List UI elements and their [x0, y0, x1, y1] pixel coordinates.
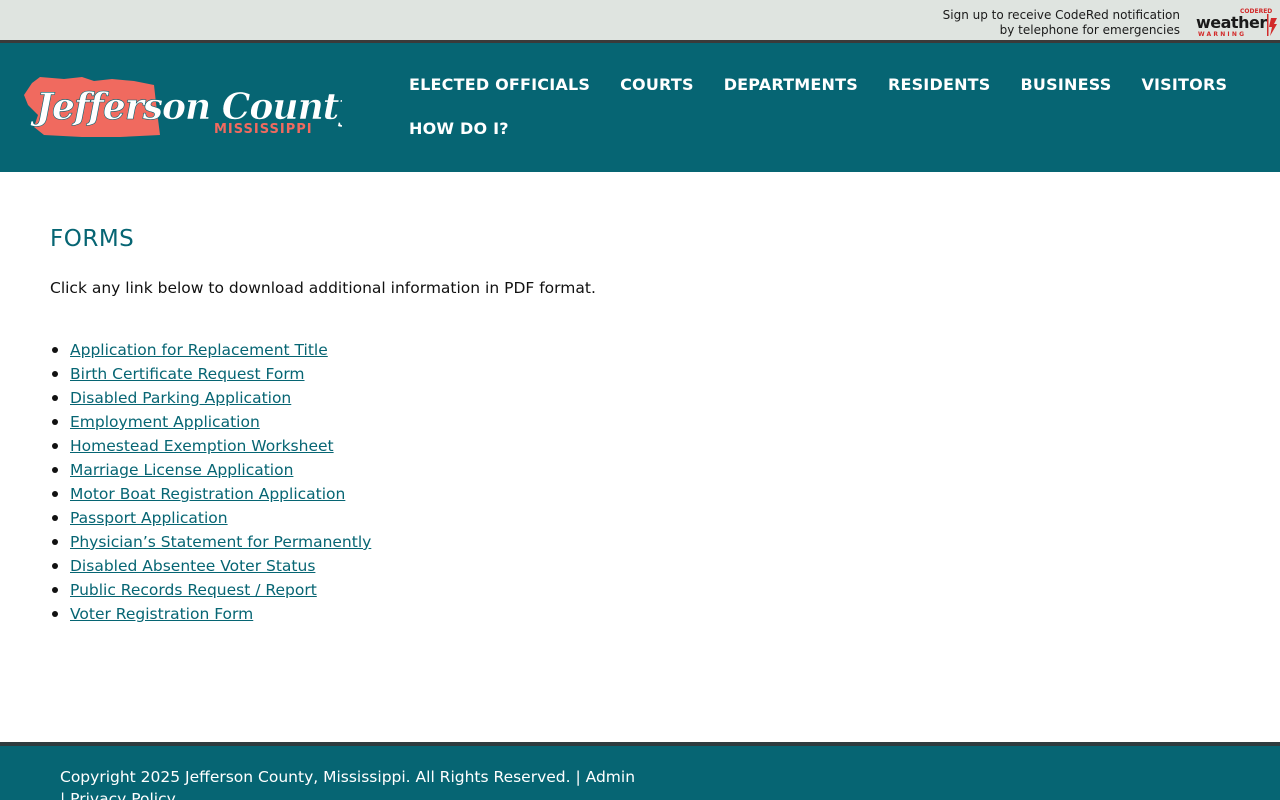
list-item: Birth Certificate Request Form	[51, 362, 371, 386]
list-item: Passport Application	[51, 506, 371, 530]
nav-item-visitors[interactable]: VISITORS	[1141, 72, 1227, 98]
form-link-birth-certificate[interactable]: Birth Certificate Request Form	[70, 365, 305, 383]
list-item: Physician’s Statement for Permanently	[51, 530, 371, 554]
lightning-bolt-icon	[1269, 18, 1277, 36]
form-link-homestead-exemption[interactable]: Homestead Exemption Worksheet	[70, 437, 334, 455]
logo-sub-text: MISSISSIPPI	[214, 122, 313, 137]
nav-item-residents[interactable]: RESIDENTS	[888, 72, 991, 98]
form-link-public-records-request[interactable]: Public Records Request / Report	[70, 581, 317, 599]
list-item: Employment Application	[51, 410, 371, 434]
form-link-disabled-parking[interactable]: Disabled Parking Application	[70, 389, 291, 407]
form-link-marriage-license[interactable]: Marriage License Application	[70, 461, 293, 479]
list-item: Disabled Absentee Voter Status	[51, 554, 371, 578]
intro-text: Click any link below to download additio…	[50, 279, 596, 297]
list-item: Disabled Parking Application	[51, 386, 371, 410]
site-header: Jefferson County MISSISSIPPI ELECTED OFF…	[0, 43, 1280, 172]
nav-item-courts[interactable]: COURTS	[620, 72, 694, 98]
form-link-employment[interactable]: Employment Application	[70, 413, 260, 431]
list-item: Marriage License Application	[51, 458, 371, 482]
copyright-text: Copyright 2025 Jefferson County, Mississ…	[60, 768, 571, 786]
admin-link[interactable]: Admin	[586, 768, 635, 786]
form-link-absentee-voter-status[interactable]: Disabled Absentee Voter Status	[70, 557, 315, 575]
footer-separator: |	[60, 790, 71, 800]
list-item: Motor Boat Registration Application	[51, 482, 371, 506]
codered-badge-main: weather	[1196, 13, 1267, 32]
form-link-motor-boat-registration[interactable]: Motor Boat Registration Application	[70, 485, 345, 503]
list-item: Public Records Request / Report	[51, 578, 371, 602]
list-item: Homestead Exemption Worksheet	[51, 434, 371, 458]
nav-item-departments[interactable]: DEPARTMENTS	[724, 72, 858, 98]
codered-badge-bottom: WARNING	[1198, 31, 1246, 38]
codered-notice-line2: by telephone for emergencies	[999, 23, 1180, 37]
nav-row-2: HOW DO I?	[409, 116, 539, 142]
page-title: FORMS	[50, 226, 135, 252]
form-link-replacement-title[interactable]: Application for Replacement Title	[70, 341, 328, 359]
nav-item-business[interactable]: BUSINESS	[1021, 72, 1112, 98]
footer-separator: |	[570, 768, 586, 786]
codered-signup-link[interactable]: Sign up to receive CodeRed notification …	[943, 8, 1180, 38]
form-link-physicians-statement[interactable]: Physician’s Statement for Permanently	[70, 533, 371, 551]
privacy-policy-link[interactable]: Privacy Policy	[70, 790, 176, 800]
list-item: Voter Registration Form	[51, 602, 371, 626]
nav-row-1: ELECTED OFFICIALS COURTS DEPARTMENTS RESIDE…	[409, 72, 1257, 98]
site-footer: Copyright 2025 Jefferson County, Mississ…	[0, 746, 1280, 800]
codered-notice-line1: Sign up to receive CodeRed notification	[942, 8, 1180, 22]
jefferson-county-logo[interactable]: Jefferson County MISSISSIPPI	[22, 75, 342, 141]
nav-item-elected-officials[interactable]: ELECTED OFFICIALS	[409, 72, 590, 98]
codered-weather-warning-logo[interactable]: CODERED weather WARNING	[1196, 6, 1278, 38]
codered-topbar: Sign up to receive CodeRed notification …	[0, 0, 1280, 40]
nav-item-how-do-i[interactable]: HOW DO I?	[409, 116, 509, 142]
form-link-voter-registration[interactable]: Voter Registration Form	[70, 605, 253, 623]
form-link-passport[interactable]: Passport Application	[70, 509, 228, 527]
footer-text: Copyright 2025 Jefferson County, Mississ…	[60, 766, 640, 800]
list-item: Application for Replacement Title	[51, 338, 371, 362]
forms-list: Application for Replacement Title Birth …	[50, 338, 371, 626]
